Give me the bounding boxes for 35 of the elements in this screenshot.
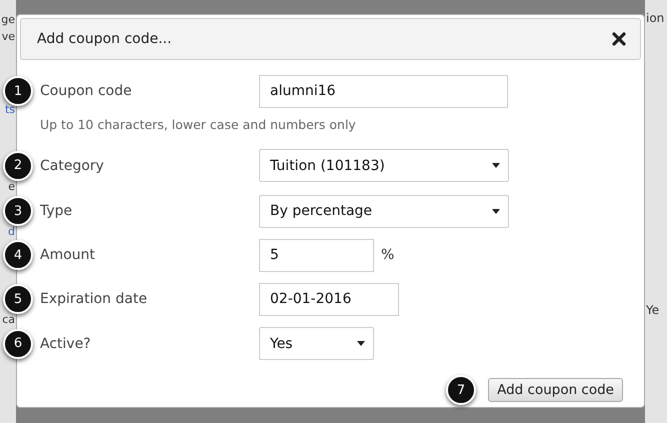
text-fragment: ion	[646, 12, 664, 24]
text-fragment: e	[8, 181, 15, 193]
field-label: Amount	[40, 247, 96, 263]
step-marker: 3	[3, 196, 33, 226]
text-fragment[interactable]: d	[8, 226, 15, 238]
text-fragment: ca	[2, 314, 15, 326]
add-coupon-button[interactable]: Add coupon code	[488, 378, 623, 402]
unit-label: %	[381, 247, 394, 263]
text-fragment: Ye	[646, 304, 660, 316]
step-marker: 2	[3, 150, 33, 180]
input-field[interactable]: alumni16	[259, 74, 508, 108]
caret-icon	[492, 208, 500, 214]
caret-icon	[357, 341, 365, 346]
step-marker: 7	[446, 375, 476, 405]
dropdown[interactable]: Tuition (101183)	[259, 149, 509, 182]
step-marker: 1	[3, 76, 33, 106]
field-label: Type	[40, 203, 74, 219]
text-fragment[interactable]: ts	[4, 104, 15, 116]
text-fragment: ve	[2, 31, 15, 43]
field-label: Expiration date	[40, 291, 148, 307]
dialog-title: Add coupon code...	[37, 31, 172, 47]
field-label: Coupon code	[40, 83, 133, 99]
input-field[interactable]: 02-01-2016	[259, 282, 399, 316]
caret-icon	[492, 163, 500, 168]
step-marker: 4	[3, 240, 33, 270]
dropdown[interactable]: Yes	[259, 327, 374, 360]
field-label: Category	[40, 158, 105, 174]
text-fragment: ge	[1, 14, 15, 26]
field-label: Active?	[40, 336, 92, 352]
dropdown[interactable]: By percentage	[259, 194, 509, 228]
step-marker: 5	[3, 284, 33, 314]
hint-text: Up to 10 characters, lower case and numbers only	[40, 117, 357, 132]
input-field[interactable]: 5	[259, 238, 374, 272]
step-marker: 6	[3, 328, 33, 358]
close-icon[interactable]	[612, 32, 626, 46]
